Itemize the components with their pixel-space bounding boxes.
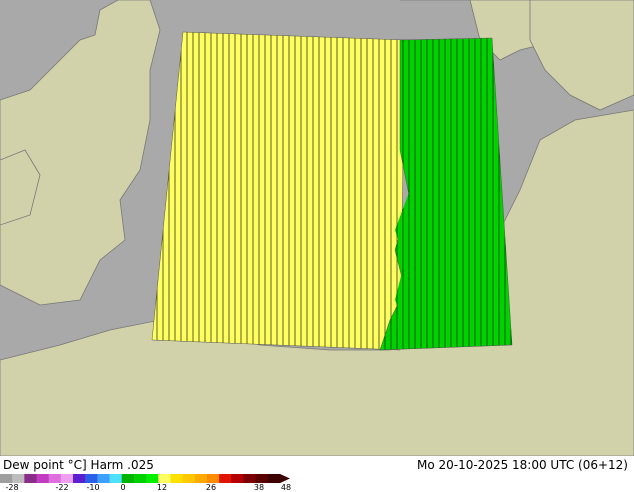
- scale-tick-label: -22: [55, 483, 69, 492]
- scale-swatch: [255, 474, 269, 483]
- scale-swatch: [133, 474, 147, 483]
- dewpoint-field-warm: [151, 31, 406, 351]
- scale-swatch: [0, 474, 13, 483]
- scale-swatch: [85, 474, 98, 483]
- scale-swatch: [121, 474, 135, 483]
- scale-swatch: [194, 474, 208, 483]
- scale-swatch: [146, 474, 159, 483]
- scale-tick-label: 12: [156, 483, 168, 492]
- scale-tick-label: 0: [120, 483, 126, 492]
- valid-time: Mo 20-10-2025 18:00 UTC (06+12): [416, 458, 628, 472]
- color-scale-bar: [0, 474, 290, 483]
- scale-arrow: [280, 474, 290, 483]
- map-title: Dew point °C] Harm .025: [3, 458, 154, 472]
- scale-tick-label: -10: [86, 483, 100, 492]
- scale-swatch: [24, 474, 38, 483]
- scale-swatch: [60, 474, 74, 483]
- scale-tick-label: 48: [280, 483, 292, 492]
- map-frame: Dew point °C] Harm .025 Mo 20-10-2025 18…: [0, 0, 634, 492]
- weather-map[interactable]: [0, 0, 634, 456]
- scale-swatch: [243, 474, 257, 483]
- landmass-sweden-south: [529, 0, 634, 111]
- scale-tick-label: -28: [5, 483, 19, 492]
- scale-swatch: [73, 474, 86, 483]
- scale-swatch: [170, 474, 184, 483]
- scale-swatch: [206, 474, 220, 483]
- scale-swatch: [158, 474, 171, 483]
- scale-swatch: [48, 474, 62, 483]
- scale-swatch: [12, 474, 25, 483]
- scale-swatch: [267, 474, 281, 483]
- scale-swatch: [219, 474, 232, 483]
- legend-footer: Dew point °C] Harm .025 Mo 20-10-2025 18…: [0, 456, 634, 492]
- map-canvas: [0, 0, 634, 456]
- scale-tick-label: 26: [205, 483, 217, 492]
- scale-swatch: [182, 474, 196, 483]
- scale-swatch: [109, 474, 123, 483]
- scale-swatch: [36, 474, 50, 483]
- scale-swatch: [97, 474, 111, 483]
- scale-swatch: [231, 474, 244, 483]
- scale-tick-label: 38: [253, 483, 265, 492]
